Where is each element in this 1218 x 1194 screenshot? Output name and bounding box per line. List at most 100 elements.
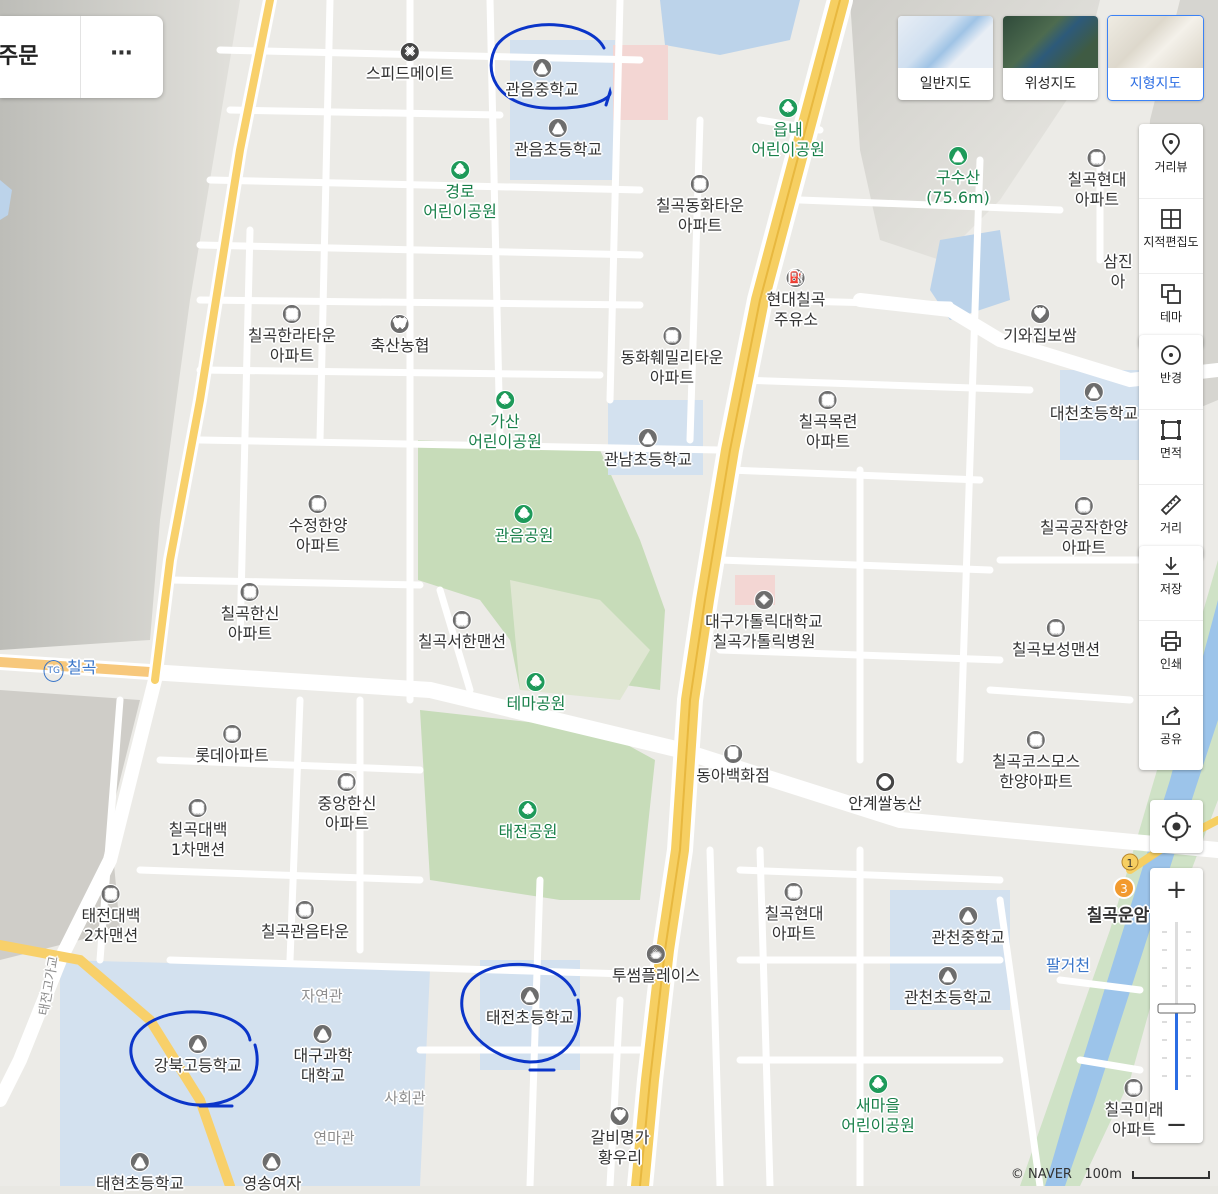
poi-donga-dept[interactable]: ◘ 동아백화점	[696, 742, 770, 786]
poi-angye-rice[interactable]: ● 안계쌀농산	[848, 770, 922, 814]
poi-chilgok-cosmos[interactable]: ▦ 칠곡코스모스 한양아파트	[992, 728, 1080, 792]
my-location-button[interactable]	[1150, 800, 1203, 853]
poi-tema-park[interactable]: ♣ 테마공원	[507, 670, 565, 714]
poi-gyeongro-park[interactable]: ♣ 경로 어린이공원	[423, 158, 497, 222]
zoom-in-button[interactable]: +	[1150, 868, 1203, 912]
poi-chuksan[interactable]: ₩ 축산농협	[371, 312, 429, 356]
poi-hyundai-gas[interactable]: ⛽ 현대칠곡 주유소	[767, 266, 825, 330]
poi-gusu-mountain[interactable]: ▲ 구수산 (75.6m)	[926, 144, 990, 208]
poi-chilgok-daebaek1[interactable]: ▦ 칠곡대백 1차맨션	[169, 796, 227, 860]
bank-icon: ₩	[389, 314, 410, 334]
maptype-terrain[interactable]: 지형지도	[1108, 16, 1203, 100]
tool-area-button[interactable]: 면적	[1139, 418, 1203, 485]
poi-gwancheon-elem[interactable]: ▲ 관천초등학교	[904, 964, 992, 1008]
tool-print-button[interactable]: 인쇄	[1139, 629, 1203, 696]
park-icon: ♣	[449, 160, 470, 180]
poi-speedmate[interactable]: ✕ 스피드메이트	[366, 40, 454, 84]
tool-share-label: 공유	[1159, 732, 1183, 746]
apartment-icon: ▦	[1123, 1078, 1144, 1098]
poi-gwaneum-mid[interactable]: ▲ 관음중학교	[505, 56, 579, 100]
apartment-icon: ▦	[1086, 148, 1107, 168]
poi-eupnae-park[interactable]: ♣ 읍내 어린이공원	[751, 96, 825, 160]
tool-cadastral-button[interactable]: 지적편집도	[1139, 207, 1203, 274]
tool-save-button[interactable]: 저장	[1139, 554, 1203, 621]
maptype-normal[interactable]: 일반지도	[898, 16, 993, 100]
poi-lotte-apt[interactable]: ▦ 롯데아파트	[195, 722, 269, 766]
maptype-satellite[interactable]: 위성지도	[1003, 16, 1098, 100]
park-icon: ♣	[513, 504, 534, 524]
poi-daecheon-elem[interactable]: ▲ 대천초등학교	[1050, 380, 1138, 424]
school-icon: ▲	[129, 1152, 150, 1172]
layers-icon	[1161, 284, 1181, 304]
tool-print-label: 인쇄	[1159, 657, 1183, 671]
poi-jungang-hanshin[interactable]: ▦ 중앙한신 아파트	[318, 770, 376, 834]
poi-gwancheon-mid[interactable]: ▲ 관천중학교	[931, 904, 1005, 948]
poi-chilgok-hyundai-north[interactable]: ▦ 칠곡현대 아파트	[1068, 146, 1126, 210]
poi-giwajip[interactable]: Ψ 기와집보쌈	[1003, 302, 1077, 346]
poi-saemaeul-park[interactable]: ♣ 새마을 어린이공원	[841, 1072, 915, 1136]
poi-chilgok-mokryeon[interactable]: ▦ 칠곡목련 아파트	[799, 388, 857, 452]
poi-chilgok-boseong[interactable]: ▦ 칠곡보성맨션	[1012, 616, 1100, 660]
cafe-icon: ☕	[645, 944, 666, 964]
place-card[interactable]: 주문 ⋯	[0, 16, 163, 98]
poi-daegu-science[interactable]: ▲ 대구과학 대학교	[294, 1022, 352, 1086]
maptype-normal-thumbnail	[898, 16, 993, 68]
maptype-terrain-thumbnail	[1108, 16, 1203, 68]
park-icon: ♣	[525, 672, 546, 692]
poi-catholic-hospital[interactable]: + 대구가톨릭대학교 칠곡가톨릭병원	[705, 588, 823, 652]
poi-chilgok-mirae[interactable]: ▦ 칠곡미래 아파트	[1105, 1076, 1163, 1140]
poi-sujeong-hanyang[interactable]: ▦ 수정한양 아파트	[289, 492, 347, 556]
tool-radius-button[interactable]: 반경	[1139, 343, 1203, 410]
map-footer: © NAVER 100m	[1011, 1167, 1210, 1182]
apartment-icon: ▦	[1025, 730, 1046, 750]
tool-save-label: 저장	[1159, 582, 1183, 596]
poi-gwaneum-elem[interactable]: ▲ 관음초등학교	[514, 116, 602, 160]
grid-icon	[1161, 209, 1181, 229]
poi-chilgok-seohan[interactable]: ▦ 칠곡서한맨션	[418, 608, 506, 652]
route-1-number: 1	[1127, 857, 1134, 870]
terrain-map[interactable]: 1 3	[0, 0, 1218, 1186]
place-card-title: 주문	[0, 44, 39, 69]
graduation-cap-icon: ▲	[312, 1024, 333, 1044]
poi-gwannam-elem[interactable]: ▲ 관남초등학교	[604, 426, 692, 470]
more-options-button[interactable]: ⋯	[80, 16, 163, 98]
poi-galbi[interactable]: Ψ 갈비명가 황우리	[591, 1104, 649, 1168]
apartment-icon: ▦	[817, 390, 838, 410]
poi-chilgok-dongwha[interactable]: ▦ 칠곡동화타운 아파트	[656, 172, 744, 236]
poi-samjin[interactable]: 삼진 아	[1103, 252, 1132, 292]
poi-chilgok-unam[interactable]: 칠곡운암	[1087, 906, 1150, 926]
park-icon: ♣	[867, 1074, 888, 1094]
poi-youngsong[interactable]: ▲ 영송여자	[243, 1150, 301, 1194]
poi-twosome[interactable]: ☕ 투썸플레이스	[612, 942, 700, 986]
school-icon: ▲	[547, 118, 568, 138]
poi-gwaneum-park[interactable]: ♣ 관음공원	[495, 502, 553, 546]
poi-chilgok-hanshin[interactable]: ▦ 칠곡한신 아파트	[221, 580, 279, 644]
poi-taejeon-daebaek2[interactable]: ▦ 태전대백 2차맨션	[82, 882, 140, 946]
poi-sahoe-hall[interactable]: 사회관	[384, 1088, 425, 1108]
poi-yeonma-hall[interactable]: 연마관	[313, 1128, 354, 1148]
poi-palgeo-stream[interactable]: 팔거천	[1046, 956, 1090, 976]
apartment-icon: ▦	[221, 724, 242, 744]
poi-chilgok-hyundai-south[interactable]: ▦ 칠곡현대 아파트	[765, 880, 823, 944]
tool-streetview-button[interactable]: 거리뷰	[1139, 132, 1203, 199]
poi-chilgok-hanra[interactable]: ▦ 칠곡한라타운 아파트	[248, 302, 336, 366]
radius-icon	[1161, 345, 1181, 365]
maptype-normal-label: 일반지도	[919, 76, 972, 92]
poi-gangbuk-high[interactable]: ▲ 강북고등학교	[154, 1032, 242, 1076]
poi-taejeon-elem[interactable]: ▲ 태전초등학교	[486, 984, 574, 1028]
poi-taejeon-park[interactable]: ♣ 태전공원	[499, 798, 557, 842]
tool-share-button[interactable]: 공유	[1139, 704, 1203, 770]
apartment-icon: ▦	[307, 494, 328, 514]
poi-chilgok-gongjak[interactable]: ▦ 칠곡공작한양 아파트	[1040, 494, 1128, 558]
poi-jayeon-hall[interactable]: 자연관	[301, 986, 342, 1006]
poi-dongwha-family[interactable]: ▦ 동화훼밀리타운 아파트	[620, 324, 724, 388]
poi-tg-chilgok[interactable]: TG 칠곡	[43, 658, 96, 682]
poi-gasan-park[interactable]: ♣ 가산 어린이공원	[468, 388, 542, 452]
tollgate-icon: TG	[43, 660, 65, 682]
poi-taehyeon-elem[interactable]: ▲ 태현초등학교	[96, 1150, 184, 1194]
tool-group-view: 거리뷰 지적편집도 테마	[1139, 124, 1203, 348]
zoom-slider[interactable]	[1150, 912, 1203, 1099]
park-icon: ♣	[777, 98, 798, 118]
poi-chilgok-gwaneum-town[interactable]: ▦ 칠곡관음타운	[261, 898, 349, 942]
school-icon: ▲	[637, 428, 658, 448]
